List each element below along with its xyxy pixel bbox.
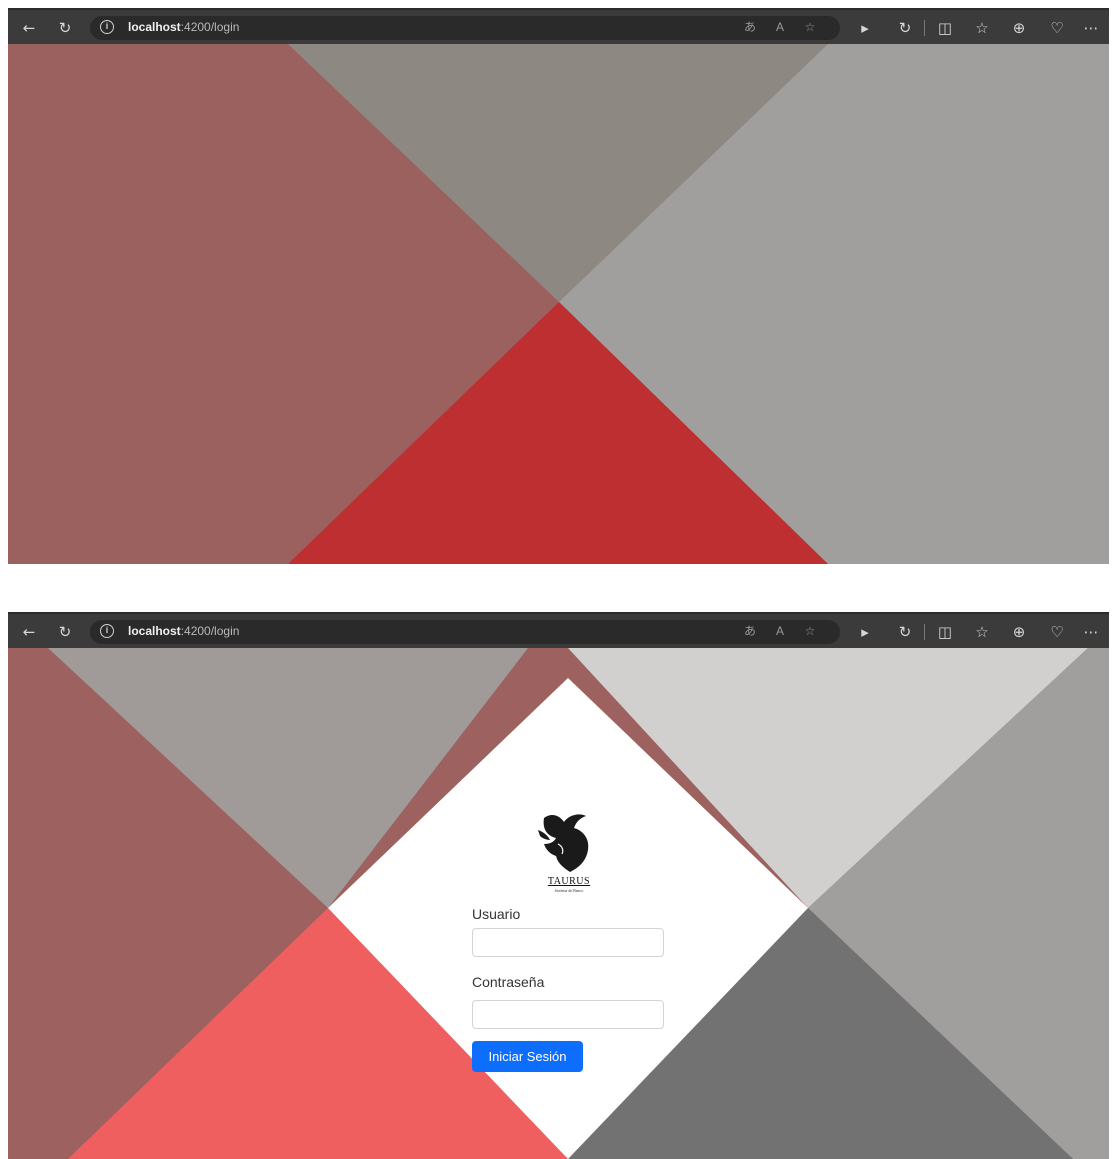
favorites-list-icon[interactable]: ☆: [973, 19, 991, 37]
username-label: Usuario: [472, 906, 521, 922]
browser-essentials-icon[interactable]: ♡: [1048, 623, 1066, 641]
page-viewport: [8, 44, 1109, 564]
copilot-icon[interactable]: ▸: [856, 623, 874, 641]
favorites-list-icon[interactable]: ☆: [973, 623, 991, 641]
collections-icon[interactable]: ⊕: [1010, 19, 1028, 37]
split-screen-icon[interactable]: ◫: [936, 19, 954, 37]
extension-icon[interactable]: ↻: [896, 623, 914, 641]
collections-icon[interactable]: ⊕: [1010, 623, 1028, 641]
url-text: localhost:4200/login: [128, 624, 240, 638]
favorite-star-icon[interactable]: ☆: [802, 19, 818, 35]
read-aloud-icon[interactable]: A: [772, 19, 788, 35]
split-screen-icon[interactable]: ◫: [936, 623, 954, 641]
browser-window-loading: ← ↻ i localhost:4200/login あ A ☆ ▸ ↻ ◫ ☆…: [8, 8, 1109, 564]
logo-text: TAURUS: [547, 876, 591, 887]
extension-icon[interactable]: ↻: [896, 19, 914, 37]
browser-essentials-icon[interactable]: ♡: [1048, 19, 1066, 37]
logo-subtext: Sistema de Banco: [554, 888, 584, 893]
url-text: localhost:4200/login: [128, 20, 240, 34]
browser-toolbar: ← ↻ i localhost:4200/login あ A ☆ ▸ ↻ ◫ ☆…: [8, 612, 1109, 648]
address-bar[interactable]: i localhost:4200/login あ A ☆: [90, 620, 840, 644]
background-shapes: [8, 648, 1109, 1159]
reload-icon[interactable]: ↻: [56, 19, 74, 37]
username-input[interactable]: [472, 928, 664, 957]
info-icon[interactable]: i: [100, 624, 114, 638]
address-bar[interactable]: i localhost:4200/login あ A ☆: [90, 16, 840, 40]
browser-toolbar: ← ↻ i localhost:4200/login あ A ☆ ▸ ↻ ◫ ☆…: [8, 8, 1109, 44]
back-arrow-icon[interactable]: ←: [20, 19, 38, 37]
more-options-icon[interactable]: ⋯: [1082, 19, 1100, 37]
copilot-icon[interactable]: ▸: [856, 19, 874, 37]
page-viewport: TAURUS Sistema de Banco Usuario Contrase…: [8, 648, 1109, 1159]
info-icon[interactable]: i: [100, 20, 114, 34]
password-label: Contraseña: [472, 974, 545, 990]
favorite-star-icon[interactable]: ☆: [802, 623, 818, 639]
reload-icon[interactable]: ↻: [56, 623, 74, 641]
translate-icon[interactable]: あ: [742, 623, 758, 639]
taurus-logo: TAURUS Sistema de Banco: [534, 810, 604, 902]
background-shapes: [8, 44, 1109, 564]
bull-head-icon: [538, 814, 589, 872]
more-options-icon[interactable]: ⋯: [1082, 623, 1100, 641]
read-aloud-icon[interactable]: A: [772, 623, 788, 639]
back-arrow-icon[interactable]: ←: [20, 623, 38, 641]
browser-window-login: ← ↻ i localhost:4200/login あ A ☆ ▸ ↻ ◫ ☆…: [8, 612, 1109, 1159]
translate-icon[interactable]: あ: [742, 19, 758, 35]
login-submit-button[interactable]: Iniciar Sesión: [472, 1041, 583, 1072]
password-input[interactable]: [472, 1000, 664, 1029]
